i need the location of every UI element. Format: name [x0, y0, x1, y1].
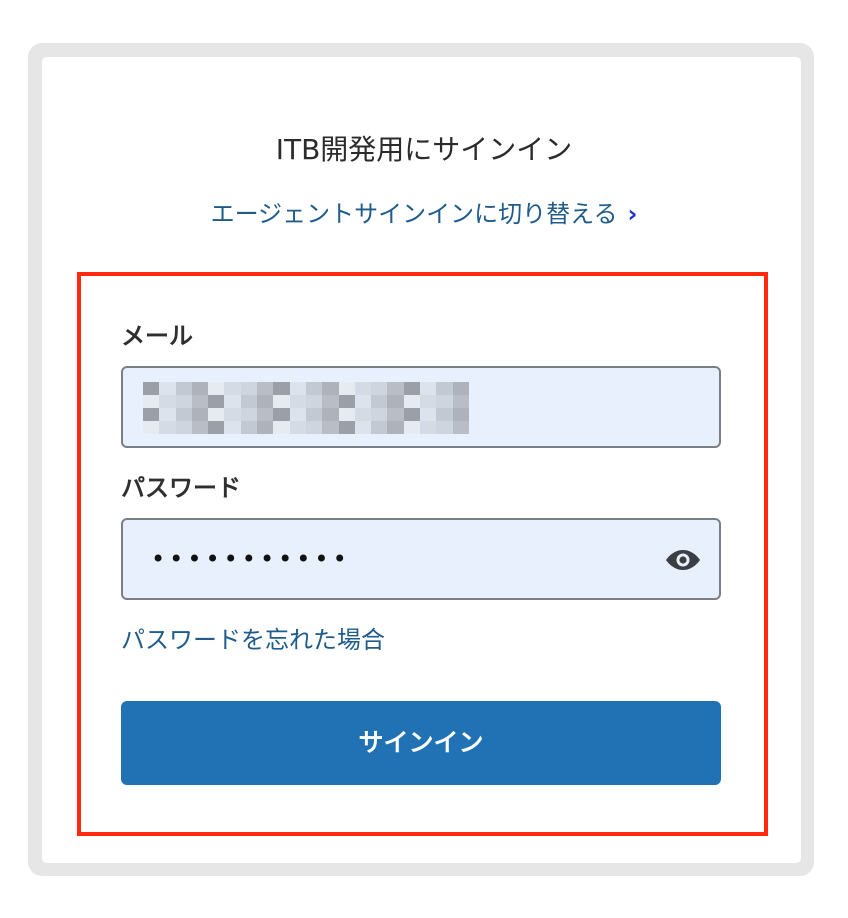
email-value-blurred [143, 382, 469, 434]
switch-to-agent-link[interactable]: エージェントサインインに切り替える › [0, 194, 848, 234]
password-value: ••••••••••• [151, 545, 351, 573]
eye-icon[interactable] [665, 549, 701, 571]
signin-button[interactable]: サインイン [121, 701, 721, 785]
email-field[interactable] [121, 366, 721, 448]
password-field[interactable]: ••••••••••• [121, 518, 721, 600]
email-label: メール [121, 322, 193, 350]
chevron-right-icon: › [627, 200, 638, 228]
page-title: ITB開発用にサインイン [275, 133, 573, 166]
switch-link-label: エージェントサインインに切り替える [210, 200, 618, 228]
password-label: パスワード [121, 474, 241, 502]
forgot-password-link[interactable]: パスワードを忘れた場合 [121, 622, 385, 658]
